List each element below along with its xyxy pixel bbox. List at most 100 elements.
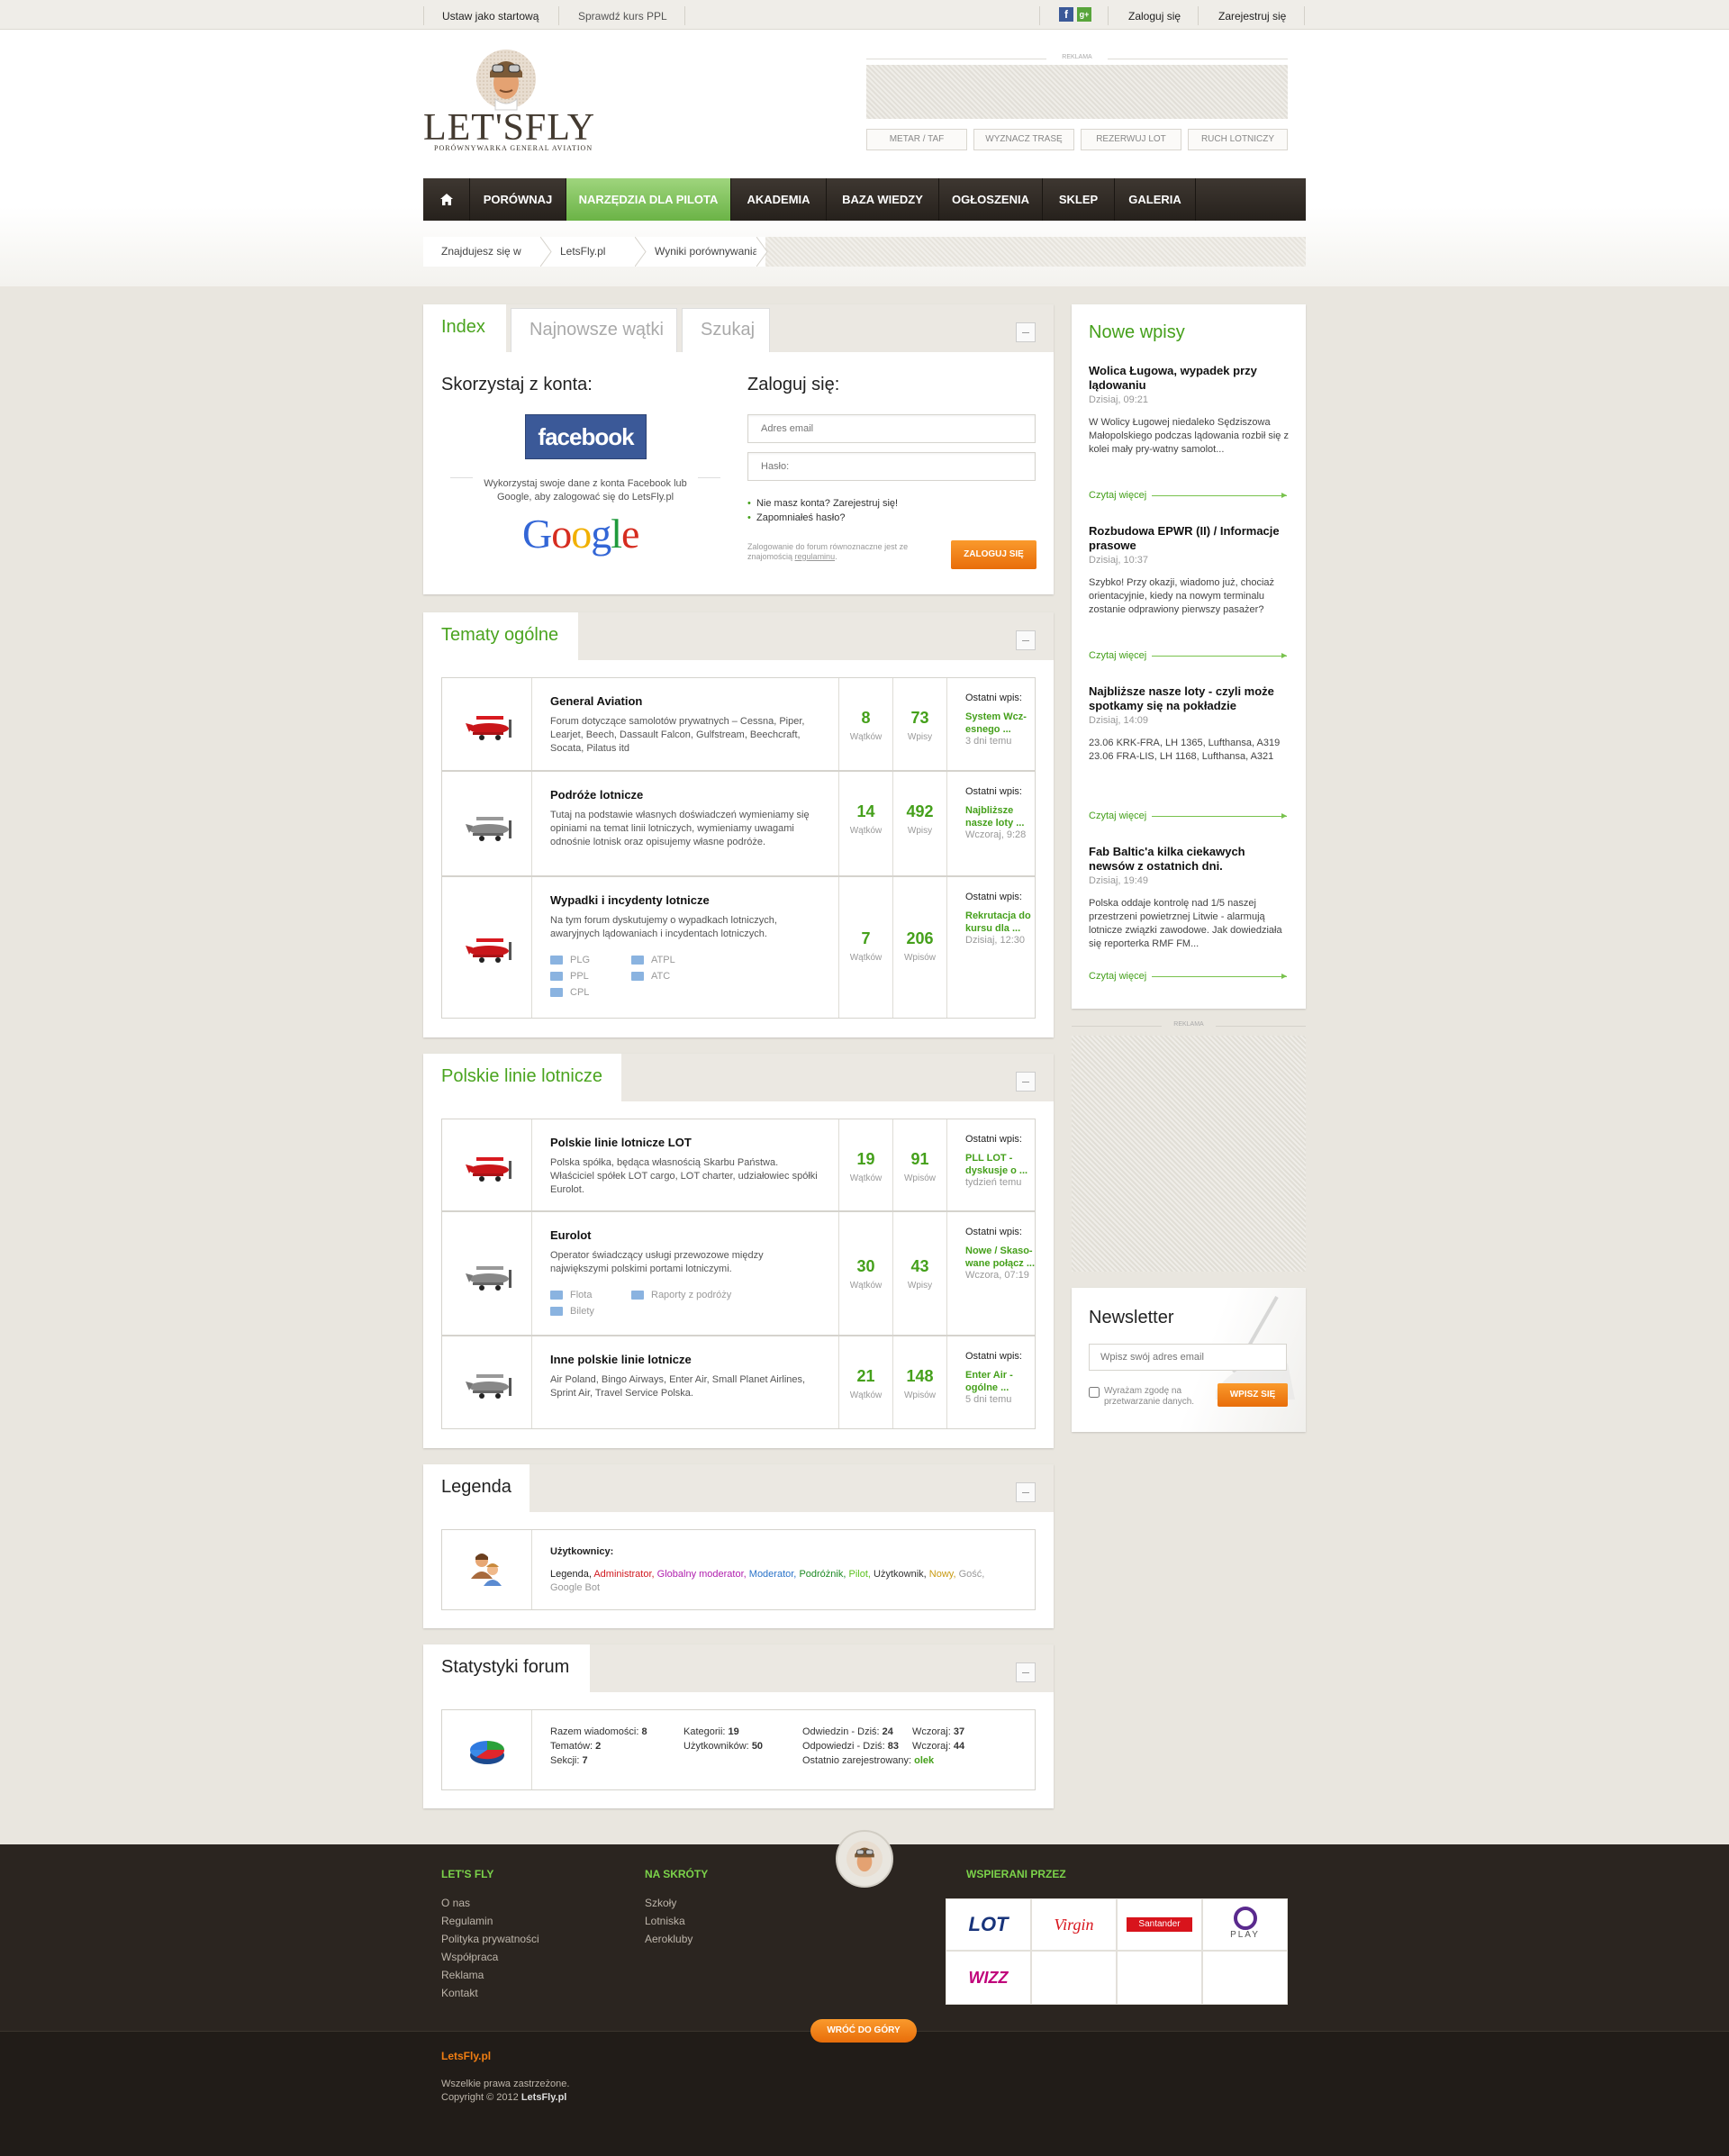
password-field[interactable] xyxy=(747,452,1036,481)
facebook-icon[interactable]: f xyxy=(1059,7,1073,22)
air-traffic-button[interactable]: RUCH LOTNICZY xyxy=(1188,129,1288,150)
footer-link-terms[interactable]: Regulamin xyxy=(441,1915,493,1927)
ad-banner-top[interactable] xyxy=(866,65,1288,119)
forum-title[interactable]: Inne polskie linie lotnicze xyxy=(550,1353,820,1366)
subforum-fleet[interactable]: Flota xyxy=(550,1290,592,1300)
subforum-cpl[interactable]: CPL xyxy=(550,987,589,998)
social-login-title: Skorzystaj z konta: xyxy=(441,375,593,394)
facebook-login-button[interactable]: facebook xyxy=(525,414,647,459)
check-ppl-link[interactable]: Sprawdź kurs PPL xyxy=(578,10,667,23)
set-home-link[interactable]: Ustaw jako startową xyxy=(442,10,539,23)
tab-newest-threads[interactable]: Najnowsze wątki xyxy=(511,308,677,352)
sidebar-post-title[interactable]: Najbliższe nasze loty - czyli może spotk… xyxy=(1089,684,1291,713)
back-to-top-button[interactable]: WRÓĆ DO GÓRY xyxy=(810,2019,917,2043)
tab-search[interactable]: Szukaj xyxy=(682,308,770,352)
logo[interactable]: LET'SFLY PORÓWNYWARKA GENERAL AVIATION xyxy=(423,47,599,155)
footer-link-cooperation[interactable]: Współpraca xyxy=(441,1951,498,1963)
footer-link-about[interactable]: O nas xyxy=(441,1897,470,1909)
sidebar-post-title[interactable]: Fab Baltic'a kilka ciekawych newsów z os… xyxy=(1089,845,1291,874)
sponsor-santander-logo[interactable]: Santander xyxy=(1117,1898,1202,1951)
last-post-link[interactable]: Najbliższe nasze loty ... xyxy=(965,804,1036,829)
collapse-button[interactable] xyxy=(1016,1482,1036,1502)
forum-row[interactable]: Inne polskie linie lotnicze Air Poland, … xyxy=(441,1336,1036,1429)
last-post-link[interactable]: System Wcz-esnego ... xyxy=(965,711,1036,736)
sponsor-wizz-logo[interactable]: WIZZ xyxy=(946,1951,1031,2005)
forum-row[interactable]: Polskie linie lotnicze LOT Polska spółka… xyxy=(441,1119,1036,1211)
forum-row[interactable]: Podróże lotnicze Tutaj na podstawie włas… xyxy=(441,771,1036,876)
login-button[interactable]: ZALOGUJ SIĘ xyxy=(951,540,1036,569)
forum-title[interactable]: Eurolot xyxy=(550,1228,820,1242)
metar-taf-button[interactable]: METAR / TAF xyxy=(866,129,967,150)
subforum-tickets[interactable]: Bilety xyxy=(550,1306,594,1317)
forum-title[interactable]: Polskie linie lotnicze LOT xyxy=(550,1136,820,1149)
subforum-atpl[interactable]: ATPL xyxy=(631,955,675,965)
pie-chart-icon xyxy=(469,1741,505,1764)
tab-index[interactable]: Index xyxy=(423,304,506,352)
subforum-travel-reports[interactable]: Raporty z podróży xyxy=(631,1290,731,1300)
sidebar-post-text: Szybko! Przy okazji, wiadomo już, chocia… xyxy=(1089,577,1275,615)
google-plus-icon[interactable]: g+ xyxy=(1077,7,1091,22)
sponsor-play-logo[interactable]: PLAY xyxy=(1202,1898,1288,1951)
read-more-link[interactable]: Czytaj więcej xyxy=(1089,971,1287,982)
footer-link-aeroclubs[interactable]: Aerokluby xyxy=(645,1933,693,1945)
read-more-link[interactable]: Czytaj więcej xyxy=(1089,811,1287,821)
nav-academy[interactable]: AKADEMIA xyxy=(731,178,827,221)
last-post-link[interactable]: Enter Air - ogólne ... xyxy=(965,1369,1036,1394)
forum-title[interactable]: Wypadki i incydenty lotnicze xyxy=(550,893,820,907)
threads-count: 30 Wątków xyxy=(838,1212,892,1335)
login-link[interactable]: Zaloguj się xyxy=(1128,10,1181,23)
read-more-link[interactable]: Czytaj więcej xyxy=(1089,490,1287,501)
ad-banner-side[interactable] xyxy=(1072,1036,1306,1272)
book-flight-button[interactable]: REZERWUJ LOT xyxy=(1081,129,1181,150)
plan-route-button[interactable]: WYZNACZ TRASĘ xyxy=(973,129,1074,150)
last-post-link[interactable]: Nowe / Skaso-wane połącz ... xyxy=(965,1245,1036,1270)
collapse-button[interactable] xyxy=(1016,322,1036,342)
nav-compare[interactable]: PORÓWNAJ xyxy=(470,178,566,221)
forum-title[interactable]: Podróże lotnicze xyxy=(550,788,820,802)
terms-link[interactable]: regulaminu xyxy=(795,552,836,561)
last-post-link[interactable]: Rekrutacja do kursu dla ... xyxy=(965,910,1036,935)
nav-gallery[interactable]: GALERIA xyxy=(1115,178,1196,221)
nav-shop[interactable]: SKLEP xyxy=(1043,178,1115,221)
consent-checkbox[interactable] xyxy=(1089,1387,1100,1398)
footer-link-advertising[interactable]: Reklama xyxy=(441,1969,484,1981)
google-login-button[interactable]: Google xyxy=(522,510,639,557)
sidebar-post-title[interactable]: Rozbudowa EPWR (II) / Informacje prasowe xyxy=(1089,524,1291,553)
footer-link-privacy[interactable]: Polityka prywatności xyxy=(441,1933,539,1945)
read-more-link[interactable]: Czytaj więcej xyxy=(1089,650,1287,661)
nav-pilot-tools[interactable]: NARZĘDZIA DLA PILOTA xyxy=(566,178,731,221)
sidebar-post-title[interactable]: Wolica Ługowa, wypadek przy lądowaniu xyxy=(1089,364,1291,393)
role-global-moderator: Globalny moderator, xyxy=(656,1569,747,1580)
email-field[interactable] xyxy=(747,414,1036,443)
collapse-button[interactable] xyxy=(1016,1072,1036,1092)
forum-row[interactable]: Eurolot Operator świadczący usługi przew… xyxy=(441,1211,1036,1336)
footer-link-airports[interactable]: Lotniska xyxy=(645,1915,685,1927)
register-link[interactable]: Zarejestruj się xyxy=(1218,10,1286,23)
forum-title[interactable]: General Aviation xyxy=(550,694,820,708)
subscribe-button[interactable]: WPISZ SIĘ xyxy=(1218,1383,1288,1407)
footer-link-schools[interactable]: Szkoły xyxy=(645,1897,676,1909)
subforum-ppl[interactable]: PPL xyxy=(550,971,589,982)
sponsor-lot-logo[interactable]: LOT xyxy=(946,1898,1031,1951)
sponsor-virgin-logo[interactable]: Virgin xyxy=(1031,1898,1117,1951)
divider xyxy=(684,6,685,25)
forum-row[interactable]: Wypadki i incydenty lotnicze Na tym foru… xyxy=(441,876,1036,1019)
last-post-link[interactable]: PLL LOT - dyskusje o ... xyxy=(965,1152,1036,1177)
nav-classifieds[interactable]: OGŁOSZENIA xyxy=(939,178,1043,221)
nav-knowledge-base[interactable]: BAZA WIEDZY xyxy=(827,178,939,221)
register-link[interactable]: Nie masz konta? Zarejestruj się! xyxy=(756,498,898,509)
newsletter-email-field[interactable] xyxy=(1089,1344,1287,1371)
collapse-button[interactable] xyxy=(1016,1662,1036,1682)
footer-logo-badge[interactable] xyxy=(836,1830,893,1888)
collapse-button[interactable] xyxy=(1016,630,1036,650)
subforum-plg[interactable]: PLG xyxy=(550,955,590,965)
forum-row[interactable]: General Aviation Forum dotyczące samolot… xyxy=(441,677,1036,771)
forum-main: Inne polskie linie lotnicze Air Poland, … xyxy=(550,1353,820,1400)
forgot-password-link[interactable]: Zapomniałeś hasło? xyxy=(756,512,845,523)
footer-link-contact[interactable]: Kontakt xyxy=(441,1987,478,1999)
breadcrumb-home[interactable]: LetsFly.pl xyxy=(549,237,644,267)
home-icon[interactable] xyxy=(423,178,470,221)
last-registered-user[interactable]: olek xyxy=(914,1755,934,1766)
subforum-atc[interactable]: ATC xyxy=(631,971,670,982)
last-post-label: Ostatni wpis: xyxy=(965,693,1022,703)
